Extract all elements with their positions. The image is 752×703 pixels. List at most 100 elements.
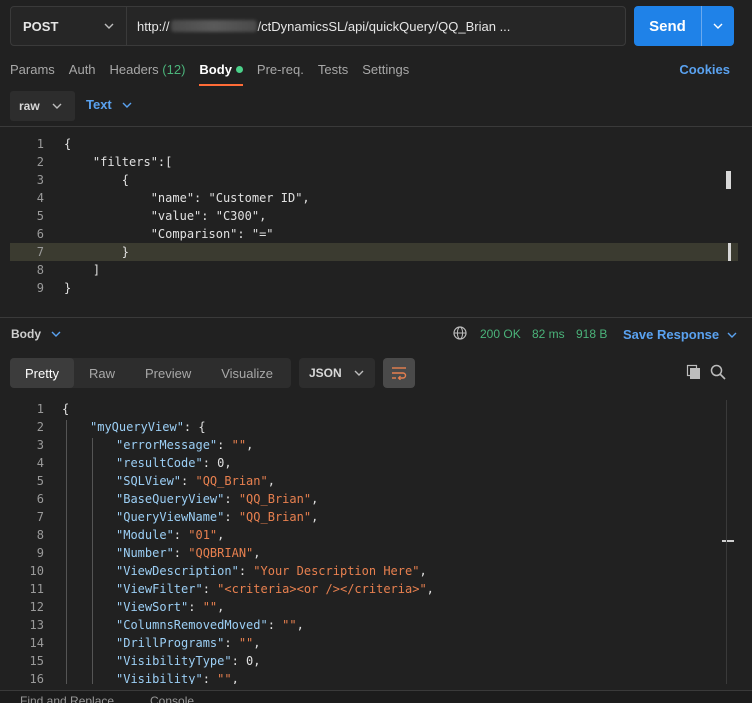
tab-body[interactable]: Body [199, 58, 243, 86]
tab-label: Settings [362, 62, 410, 77]
code-line: 1{ [10, 135, 738, 153]
line-number: 10 [29, 564, 44, 578]
send-button-group: Send [634, 6, 734, 46]
response-size[interactable]: 918 B [576, 327, 607, 341]
response-section-select[interactable]: Body [11, 327, 61, 341]
code-line: 15 "VisibilityType": 0, [10, 652, 738, 670]
line-number: 16 [29, 672, 44, 684]
request-body-editor[interactable]: 1{ 2 "filters":[ 3 { 4 "name": "Customer… [10, 135, 738, 311]
line-number: 7 [36, 245, 44, 259]
cookies-link[interactable]: Cookies [679, 62, 730, 77]
json-value: "QQ_Brian" [195, 474, 268, 488]
line-text: "DrillPrograms": "", [116, 636, 261, 650]
response-time[interactable]: 82 ms [532, 327, 565, 341]
tab-auth[interactable]: Auth [69, 58, 96, 86]
line-number: 8 [36, 528, 44, 542]
code-line: 16 "Visibility": "", [10, 670, 738, 684]
body-mode-label: raw [19, 99, 40, 113]
tab-pre-request[interactable]: Pre-req. [257, 58, 304, 86]
body-indicator-dot [235, 66, 243, 73]
body-format-select[interactable]: Text [86, 97, 132, 112]
word-wrap-button[interactable] [383, 358, 415, 388]
wrap-lines-icon [392, 367, 407, 380]
url-prefix: http:// [137, 18, 170, 34]
code-line: 7 "QueryViewName": "QQ_Brian", [10, 508, 738, 526]
send-button[interactable]: Send [634, 6, 702, 46]
line-number: 15 [29, 654, 44, 668]
line-number: 13 [29, 618, 44, 632]
tab-label: Params [10, 62, 55, 77]
line-text: "resultCode": 0, [116, 456, 232, 470]
tab-preview[interactable]: Preview [130, 358, 206, 388]
json-key: "Number" [116, 546, 174, 560]
line-number: 1 [36, 137, 44, 151]
line-text: "ViewSort": "", [116, 600, 225, 614]
tab-raw[interactable]: Raw [74, 358, 130, 388]
tab-visualize[interactable]: Visualize [206, 358, 288, 388]
line-number: 3 [36, 173, 44, 187]
scrollbar-track[interactable] [726, 400, 727, 684]
line-text: ] [64, 263, 101, 277]
chevron-down-icon [104, 23, 114, 29]
line-number: 11 [29, 582, 44, 596]
line-text: "Number": "QQBRIAN", [116, 546, 261, 560]
find-replace-button[interactable]: Find and Replace [20, 694, 114, 703]
response-format-select[interactable]: JSON [299, 358, 375, 388]
line-number: 2 [36, 155, 44, 169]
json-value: "" [202, 600, 218, 614]
code-line: 9 "Number": "QQBRIAN", [10, 544, 738, 562]
line-text: "BaseQueryView": "QQ_Brian", [116, 492, 319, 506]
divider [0, 126, 752, 127]
scroll-position-marker [722, 540, 734, 542]
json-value: "<criteria><or /></criteria>" [217, 582, 427, 596]
tab-params[interactable]: Params [10, 58, 55, 86]
redacted-host [170, 20, 257, 32]
line-text: "value": "C300", [64, 209, 267, 223]
url-input[interactable]: http:// /ctDynamicsSL/api/quickQuery/QQ_B… [127, 7, 625, 45]
json-key: "ViewDescription" [116, 564, 239, 578]
editor-scrollbar[interactable] [726, 171, 731, 189]
send-options-button[interactable] [702, 6, 734, 46]
indent-guide [92, 438, 93, 684]
method-select[interactable]: POST [11, 7, 127, 45]
line-number: 9 [36, 546, 44, 560]
status-code[interactable]: 200 OK [480, 327, 521, 341]
json-value: "Your Description Here" [253, 564, 420, 578]
json-key: "errorMessage" [116, 438, 218, 452]
json-key: "BaseQueryView" [116, 492, 225, 506]
headers-count: (12) [162, 62, 186, 77]
tab-label: Body [199, 62, 232, 77]
tab-settings[interactable]: Settings [362, 58, 409, 86]
line-text: } [64, 281, 72, 295]
url-path: /ctDynamicsSL/api/quickQuery/QQ_Brian ..… [257, 18, 511, 34]
line-number: 12 [29, 600, 44, 614]
json-key: "ColumnsRemovedMoved" [116, 618, 268, 632]
search-icon[interactable] [710, 364, 726, 380]
line-text: } [64, 245, 130, 259]
code-line: 8 "Module": "01", [10, 526, 738, 544]
tab-pretty[interactable]: Pretty [10, 358, 74, 388]
copy-icon[interactable] [686, 364, 702, 380]
console-button[interactable]: Console [150, 694, 194, 703]
tab-headers[interactable]: Headers (12) [110, 58, 186, 86]
line-text: { [64, 137, 72, 151]
line-number: 3 [36, 438, 44, 452]
globe-icon[interactable] [453, 326, 467, 340]
response-body-viewer[interactable]: 1{ 2 "myQueryView": { 3 "errorMessage": ""… [10, 400, 738, 684]
line-text: "ViewDescription": "Your Description Her… [116, 564, 427, 578]
json-key: "SQLView" [116, 474, 182, 488]
chevron-down-icon [354, 370, 364, 376]
code-line: 13 "ColumnsRemovedMoved": "", [10, 616, 738, 634]
json-value: "QQ_Brian" [238, 510, 312, 524]
line-number: 4 [36, 456, 44, 470]
json-key: "Visibility" [116, 672, 203, 684]
line-number: 7 [36, 510, 44, 524]
indent-guide [66, 420, 67, 684]
code-line: 4 "name": "Customer ID", [10, 189, 738, 207]
body-mode-select[interactable]: raw [10, 91, 75, 121]
code-line: 10 "ViewDescription": "Your Description H… [10, 562, 738, 580]
json-key: "QueryViewName" [116, 510, 225, 524]
tab-tests[interactable]: Tests [318, 58, 348, 86]
line-number: 1 [36, 402, 44, 416]
save-response-button[interactable]: Save Response [623, 327, 737, 342]
